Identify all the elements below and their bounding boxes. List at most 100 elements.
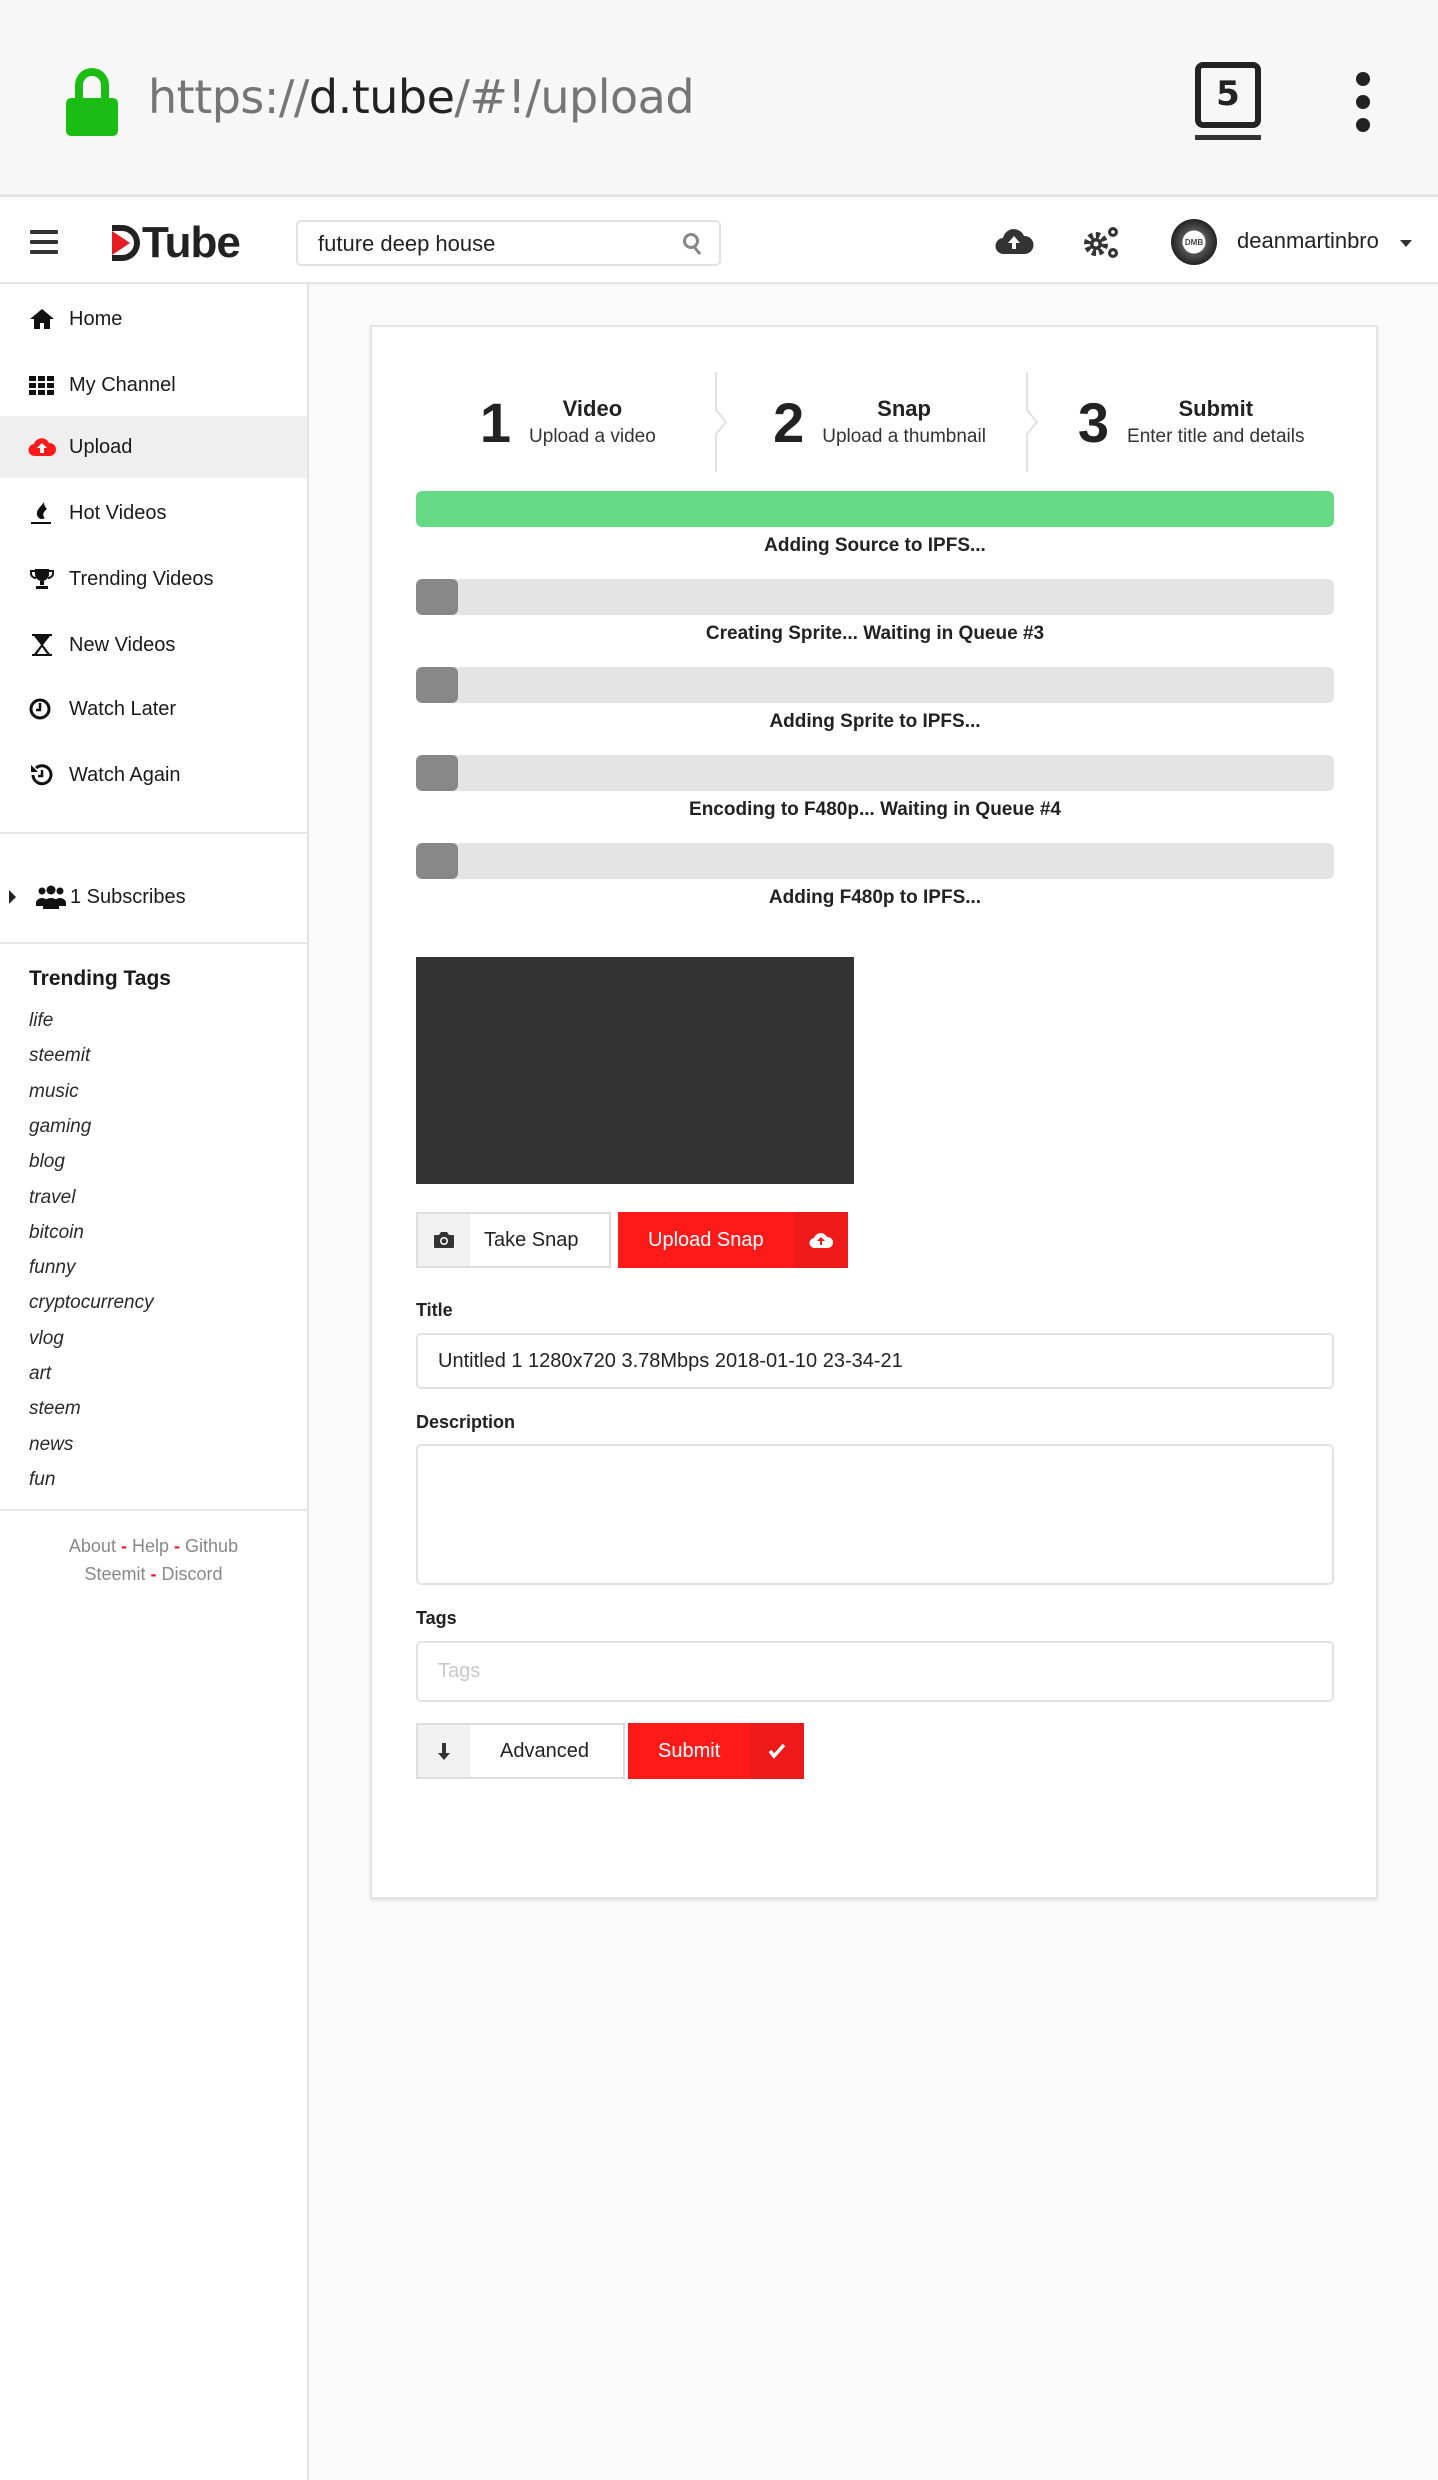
home-icon — [30, 309, 54, 329]
trending-tag[interactable]: steemit — [29, 1045, 90, 1067]
menu-icon[interactable] — [30, 230, 58, 254]
dtube-logo[interactable]: Tube — [112, 218, 241, 268]
trending-tag[interactable]: funny — [29, 1257, 75, 1279]
trending-tag[interactable]: bitcoin — [29, 1222, 84, 1244]
trending-tag[interactable]: cryptocurrency — [29, 1292, 154, 1314]
steemit-link[interactable]: Steemit — [84, 1564, 145, 1584]
trending-tag[interactable]: travel — [29, 1187, 75, 1209]
trending-tag[interactable]: music — [29, 1081, 79, 1103]
step-video: 1 Video Upload a video — [412, 372, 727, 472]
search-icon[interactable] — [683, 233, 703, 257]
sidebar-item-new-videos[interactable]: New Videos — [0, 614, 307, 676]
sidebar-item-hot-videos[interactable]: Hot Videos — [0, 482, 307, 544]
step-title: Submit — [1178, 396, 1254, 421]
users-icon — [36, 885, 66, 909]
settings-gears-icon[interactable] — [1082, 222, 1122, 262]
subscribes-toggle[interactable]: 1 Subscribes — [0, 867, 307, 927]
expand-triangle-icon — [9, 890, 16, 904]
grid-icon — [29, 376, 54, 395]
progress-fill — [416, 579, 458, 615]
title-input[interactable] — [416, 1333, 1334, 1389]
help-link[interactable]: Help — [132, 1536, 169, 1556]
sidebar-item-upload[interactable]: Upload — [0, 416, 307, 478]
upload-steps: 1 Video Upload a video 2 Snap Upload a thu… — [412, 372, 1347, 472]
sidebar-item-trending-videos[interactable]: Trending Videos — [0, 548, 307, 610]
step-number: 3 — [1077, 390, 1110, 454]
url-path: /#!/upload — [454, 70, 695, 124]
tab-switcher-button[interactable]: 5 — [1195, 62, 1261, 128]
trending-tag[interactable]: fun — [29, 1469, 55, 1491]
snap-preview — [416, 957, 854, 1184]
upload-card: 1 Video Upload a video 2 Snap Upload a thu… — [370, 325, 1378, 1899]
caret-down-icon[interactable] — [1400, 240, 1412, 247]
trending-tag[interactable]: blog — [29, 1151, 65, 1173]
progress-bar — [416, 491, 1334, 527]
sidebar-item-home[interactable]: Home — [0, 288, 307, 350]
address-bar[interactable]: https://d.tube/#!/upload — [148, 70, 695, 124]
upload-cloud-icon[interactable] — [994, 222, 1034, 262]
sidebar-item-my-channel[interactable]: My Channel — [0, 354, 307, 416]
sidebar-divider — [0, 1509, 307, 1511]
upload-snap-button[interactable]: Upload Snap — [618, 1212, 848, 1268]
progress-bar — [416, 755, 1334, 791]
sidebar-item-watch-again[interactable]: Watch Again — [0, 744, 307, 806]
sidebar-footer-links: About - Help - Github Steemit - Discord — [68, 1536, 239, 1584]
submit-button[interactable]: Submit — [628, 1723, 805, 1779]
step-desc: Enter title and details — [1127, 426, 1305, 447]
take-snap-button[interactable]: Take Snap — [416, 1212, 611, 1268]
progress-bar — [416, 843, 1334, 879]
progress-bar — [416, 667, 1334, 703]
trending-tag[interactable]: art — [29, 1363, 51, 1385]
app-header: Tube DMB deanmartinbro — [0, 200, 1438, 284]
discord-link[interactable]: Discord — [162, 1564, 223, 1584]
more-options-icon[interactable] — [1356, 72, 1372, 132]
tags-input[interactable] — [416, 1641, 1334, 1702]
trending-tag[interactable]: steem — [29, 1398, 81, 1420]
trending-tags-title: Trending Tags — [29, 967, 171, 990]
step-title: Snap — [877, 396, 931, 421]
step-snap: 2 Snap Upload a thumbnail — [724, 372, 1039, 472]
arrow-down-icon — [438, 1743, 450, 1760]
username[interactable]: deanmartinbro — [1237, 228, 1379, 254]
upload-cloud-icon — [809, 1233, 833, 1249]
progress-fill — [416, 755, 458, 791]
about-link[interactable]: About — [69, 1536, 116, 1556]
description-textarea[interactable] — [416, 1444, 1334, 1585]
step-number: 1 — [479, 390, 512, 454]
sidebar-divider — [0, 832, 307, 834]
logo-text: Tube — [142, 218, 241, 267]
trending-tag[interactable]: gaming — [29, 1116, 91, 1138]
github-link[interactable]: Github — [185, 1536, 238, 1556]
progress-label: Adding F480p to IPFS... — [768, 887, 982, 908]
tab-switcher-underline — [1195, 135, 1261, 140]
trophy-icon — [29, 569, 55, 589]
fire-icon — [31, 502, 51, 524]
step-submit: 3 Submit Enter title and details — [1035, 372, 1347, 472]
user-avatar[interactable]: DMB — [1171, 219, 1217, 265]
clock-icon — [29, 698, 51, 720]
sidebar-item-watch-later[interactable]: Watch Later — [0, 678, 307, 740]
trending-tag[interactable]: vlog — [29, 1328, 64, 1350]
trending-tag[interactable]: life — [29, 1010, 53, 1032]
progress-label: Adding Sprite to IPFS... — [769, 711, 981, 732]
advanced-button[interactable]: Advanced — [416, 1723, 625, 1779]
check-icon — [768, 1743, 786, 1759]
description-label: Description — [416, 1412, 516, 1432]
sidebar-divider — [0, 942, 307, 944]
lock-icon — [66, 68, 118, 136]
progress-label: Encoding to F480p... Waiting in Queue #4 — [689, 799, 1061, 820]
hourglass-icon — [32, 634, 52, 656]
url-scheme: https:// — [148, 70, 309, 124]
progress-item: Adding Source to IPFS... — [416, 491, 1334, 557]
dtube-logo-mark — [112, 225, 140, 261]
progress-bar — [416, 579, 1334, 615]
search-box — [296, 220, 721, 266]
progress-label: Adding Source to IPFS... — [764, 535, 986, 556]
tags-label: Tags — [416, 1608, 457, 1628]
trending-tag[interactable]: news — [29, 1434, 73, 1456]
progress-item: Encoding to F480p... Waiting in Queue #4 — [416, 755, 1334, 821]
browser-toolbar: https://d.tube/#!/upload 5 — [0, 0, 1438, 197]
search-input[interactable] — [318, 230, 658, 258]
progress-item: Adding Sprite to IPFS... — [416, 667, 1334, 733]
progress-fill — [416, 843, 458, 879]
